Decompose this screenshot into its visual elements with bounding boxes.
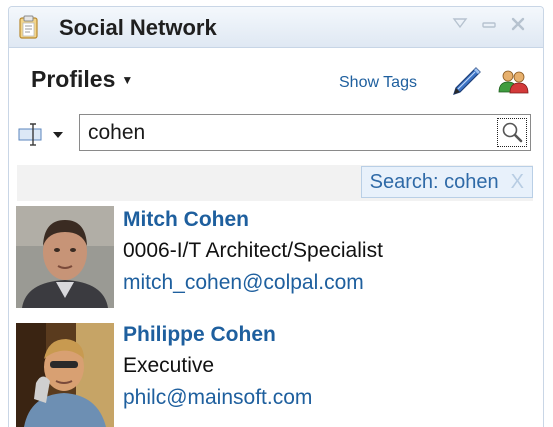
profiles-dropdown[interactable]: Profiles ▼ bbox=[31, 66, 133, 93]
profile-result: Philippe Cohen Executive philc@mainsoft.… bbox=[9, 321, 543, 427]
avatar[interactable] bbox=[16, 206, 114, 308]
search-button[interactable] bbox=[497, 118, 527, 147]
profile-role: 0006-I/T Architect/Specialist bbox=[123, 239, 383, 262]
chevron-down-icon: ▼ bbox=[121, 73, 134, 87]
profile-name[interactable]: Philippe Cohen bbox=[123, 323, 276, 347]
menu-triangle-icon[interactable] bbox=[451, 15, 469, 33]
profiles-toolbar: Profiles ▼ Show Tags bbox=[9, 48, 543, 102]
profile-email[interactable]: philc@mainsoft.com bbox=[123, 386, 312, 410]
profile-name[interactable]: Mitch Cohen bbox=[123, 208, 249, 232]
title-bar: Social Network bbox=[9, 7, 543, 48]
avatar[interactable] bbox=[16, 323, 114, 427]
social-network-panel: Social Network Profiles ▼ Show Tags cohe… bbox=[8, 6, 544, 427]
remove-filter-button[interactable]: X bbox=[511, 171, 524, 194]
pen-icon[interactable] bbox=[449, 64, 483, 98]
filter-label: Search: cohen bbox=[369, 170, 499, 193]
magnifier-icon bbox=[502, 122, 523, 143]
show-tags-link[interactable]: Show Tags bbox=[339, 74, 417, 92]
filter-bar: Search: cohen X bbox=[17, 165, 533, 201]
profile-result: Mitch Cohen 0006-I/T Architect/Specialis… bbox=[9, 206, 543, 316]
close-icon[interactable] bbox=[509, 15, 527, 33]
window-title: Social Network bbox=[59, 15, 217, 40]
profile-email[interactable]: mitch_cohen@colpal.com bbox=[123, 271, 364, 295]
people-icon[interactable] bbox=[496, 68, 530, 96]
search-input[interactable] bbox=[88, 120, 478, 146]
search-field[interactable] bbox=[79, 114, 531, 151]
clipboard-icon bbox=[19, 15, 38, 39]
profiles-label: Profiles bbox=[31, 66, 116, 92]
search-type-icon[interactable] bbox=[17, 121, 69, 147]
profile-role: Executive bbox=[123, 354, 215, 377]
search-row bbox=[9, 111, 543, 155]
search-filter-chip: Search: cohen X bbox=[360, 166, 533, 198]
minimize-icon[interactable] bbox=[480, 15, 498, 33]
